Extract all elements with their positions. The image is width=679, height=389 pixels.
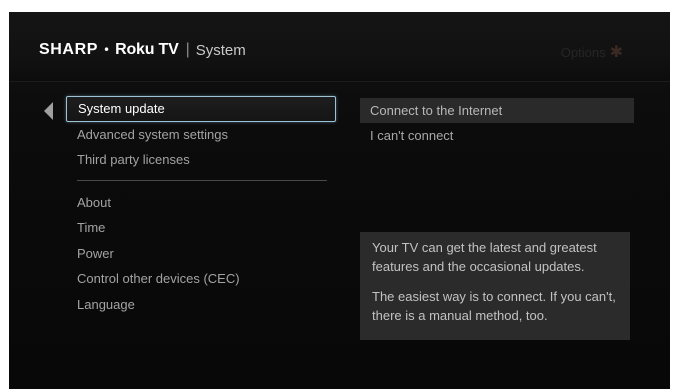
menu-item-time[interactable]: Time	[66, 215, 336, 241]
menu-item-power[interactable]: Power	[66, 241, 336, 267]
menu-item-control-other-devices[interactable]: Control other devices (CEC)	[66, 266, 336, 292]
info-panel: Your TV can get the latest and greatest …	[360, 232, 630, 340]
tv-screen: SHARP • Roku TV | System Options ✱ Syste…	[9, 12, 670, 389]
menu-item-third-party-licenses[interactable]: Third party licenses	[66, 147, 336, 173]
back-arrow-icon[interactable]	[44, 102, 53, 120]
submenu-item-connect-to-internet[interactable]: Connect to the Internet	[360, 98, 634, 123]
menu-item-about[interactable]: About	[66, 190, 336, 216]
info-paragraph: The easiest way is to connect. If you ca…	[372, 289, 616, 323]
title-separator: |	[185, 41, 190, 58]
header-divider	[9, 81, 670, 82]
options-hint[interactable]: Options ✱	[561, 42, 623, 62]
options-label: Options	[560, 44, 606, 60]
system-menu: System update Advanced system settings T…	[66, 96, 336, 317]
menu-item-advanced-system-settings[interactable]: Advanced system settings	[66, 122, 336, 148]
brand-dot: •	[103, 43, 111, 57]
menu-divider	[77, 179, 327, 181]
roku-tv-logo: Roku TV	[115, 41, 179, 58]
asterisk-icon: ✱	[609, 44, 623, 61]
system-update-submenu: Connect to the Internet I can't connect	[360, 98, 634, 148]
info-paragraph: Your TV can get the latest and greatest …	[372, 240, 597, 274]
submenu-item-cant-connect[interactable]: I can't connect	[360, 123, 634, 148]
brand-logo: SHARP • Roku TV | System	[39, 39, 246, 61]
sharp-logo: SHARP	[39, 41, 99, 58]
header-bar: SHARP • Roku TV | System Options ✱	[9, 12, 670, 82]
page-title: System	[195, 41, 246, 59]
menu-item-language[interactable]: Language	[66, 292, 336, 318]
menu-item-system-update[interactable]: System update	[66, 96, 336, 122]
